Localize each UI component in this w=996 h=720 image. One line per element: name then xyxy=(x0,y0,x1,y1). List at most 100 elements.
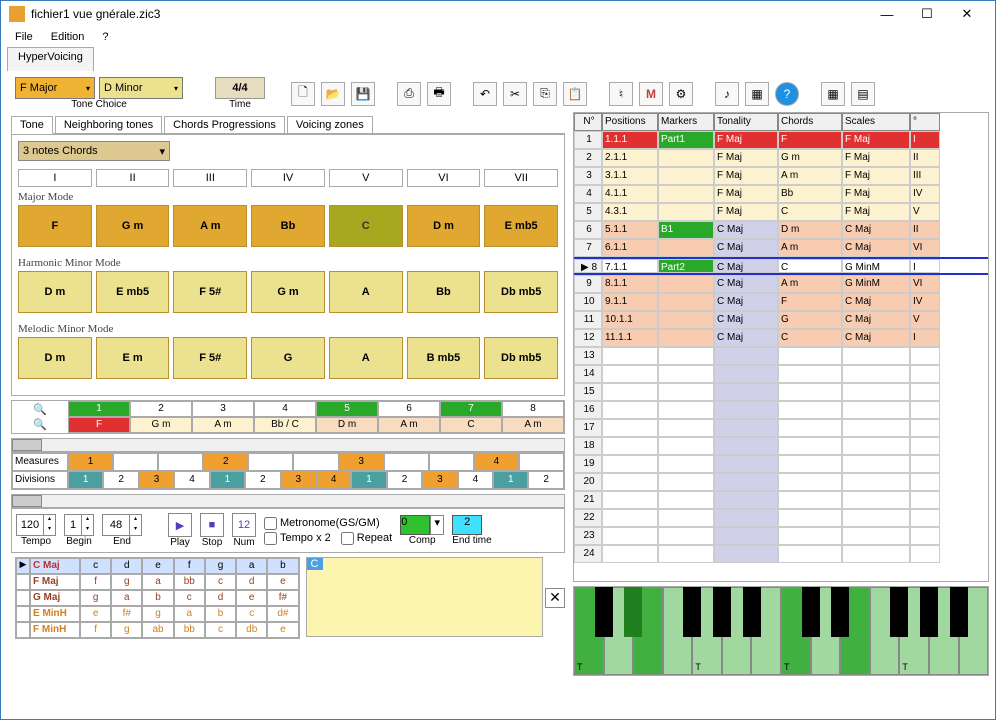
chord-cell[interactable]: A xyxy=(329,271,403,313)
chord-cell[interactable]: F 5# xyxy=(173,271,247,313)
copy-button[interactable]: ⎘ xyxy=(533,82,557,106)
chord-cell[interactable]: G m xyxy=(251,271,325,313)
grid-row[interactable]: 21 xyxy=(574,491,988,509)
division-cell[interactable]: 2 xyxy=(528,471,563,489)
grid-row[interactable]: 14 xyxy=(574,365,988,383)
grid-row[interactable]: 109.1.1C MajFC MajIV xyxy=(574,293,988,311)
piano-black-key[interactable] xyxy=(595,587,613,637)
grid-row[interactable]: 24 xyxy=(574,545,988,563)
tool-note-icon[interactable]: ♪ xyxy=(715,82,739,106)
subtab-tone[interactable]: Tone xyxy=(11,116,53,134)
grid-row[interactable]: 18 xyxy=(574,437,988,455)
roman-IV[interactable]: IV xyxy=(251,169,325,187)
roman-I[interactable]: I xyxy=(18,169,92,187)
chord-cell[interactable]: E mb5 xyxy=(96,271,170,313)
grid-row[interactable]: 1110.1.1C MajGC MajV xyxy=(574,311,988,329)
division-cell[interactable]: 2 xyxy=(103,471,138,489)
seq-num[interactable]: 4 xyxy=(254,401,316,417)
minimize-button[interactable]: — xyxy=(867,7,907,22)
grid-row[interactable]: 1211.1.1C MajCC MajI xyxy=(574,329,988,347)
export-button[interactable]: ⎙ xyxy=(397,82,421,106)
begin-input[interactable]: ▴▾ xyxy=(64,514,94,536)
menu-file[interactable]: File xyxy=(15,31,33,43)
endtime-value[interactable]: 2 xyxy=(452,515,482,535)
grid-header[interactable]: N° xyxy=(574,113,602,131)
division-cell[interactable]: 1 xyxy=(493,471,528,489)
chord-cell[interactable]: G m xyxy=(96,205,170,247)
chord-cell[interactable]: A m xyxy=(173,205,247,247)
grid-header[interactable]: Markers xyxy=(658,113,714,131)
close-button[interactable]: ✕ xyxy=(947,6,987,22)
piano-black-key[interactable] xyxy=(683,587,701,637)
chord-cell[interactable]: G xyxy=(251,337,325,379)
roman-II[interactable]: II xyxy=(96,169,170,187)
seq-num[interactable]: 7 xyxy=(440,401,502,417)
measure-cell[interactable] xyxy=(384,453,429,471)
piano-black-key[interactable] xyxy=(831,587,849,637)
seq-num[interactable]: 2 xyxy=(130,401,192,417)
grid-header[interactable]: ° xyxy=(910,113,940,131)
undo-button[interactable]: ↶ xyxy=(473,82,497,106)
metronome-checkbox[interactable]: Metronome(GS/GM) xyxy=(264,517,392,530)
grid-row[interactable]: 15 xyxy=(574,383,988,401)
grid-row[interactable]: ▶ 87.1.1Part2C MajCG MinMI xyxy=(574,257,988,275)
tempox2-checkbox[interactable]: Tempo x 2 xyxy=(264,532,331,545)
chord-name[interactable]: C Maj xyxy=(30,558,80,574)
save-button[interactable]: 💾 xyxy=(351,82,375,106)
chord-cell[interactable]: D m xyxy=(407,205,481,247)
chord-cell[interactable]: B mb5 xyxy=(407,337,481,379)
grid-row[interactable]: 13 xyxy=(574,347,988,365)
minor-combo[interactable]: D Minor▾ xyxy=(99,77,183,99)
roman-VII[interactable]: VII xyxy=(484,169,558,187)
grid-row[interactable]: 17 xyxy=(574,419,988,437)
measure-cell[interactable] xyxy=(293,453,338,471)
grid-row[interactable]: 44.1.1F MajBbF MajIV xyxy=(574,185,988,203)
measure-cell[interactable] xyxy=(248,453,293,471)
grid-row[interactable]: 19 xyxy=(574,455,988,473)
roman-III[interactable]: III xyxy=(173,169,247,187)
measure-cell[interactable] xyxy=(429,453,474,471)
chord-cell[interactable]: C xyxy=(329,205,403,247)
roman-V[interactable]: V xyxy=(329,169,403,187)
division-cell[interactable]: 4 xyxy=(174,471,209,489)
chord-cell[interactable]: Db mb5 xyxy=(484,271,558,313)
division-cell[interactable]: 2 xyxy=(245,471,280,489)
grid-row[interactable]: 98.1.1C MajA mG MinMVI xyxy=(574,275,988,293)
division-cell[interactable]: 1 xyxy=(351,471,386,489)
menu-help[interactable]: ? xyxy=(102,31,108,43)
grid-row[interactable]: 20 xyxy=(574,473,988,491)
division-cell[interactable]: 3 xyxy=(281,471,316,489)
division-cell[interactable]: 1 xyxy=(210,471,245,489)
seq-num[interactable]: 1 xyxy=(68,401,130,417)
chord-cell[interactable]: Db mb5 xyxy=(484,337,558,379)
piano-view[interactable]: TTTT xyxy=(573,586,989,676)
grid-row[interactable]: 16 xyxy=(574,401,988,419)
grid-header[interactable]: Chords xyxy=(778,113,842,131)
stop-button[interactable]: ■ xyxy=(200,513,224,537)
chord-cell[interactable]: F 5# xyxy=(173,337,247,379)
seq-num[interactable]: 3 xyxy=(192,401,254,417)
seq-chord[interactable]: A m xyxy=(192,417,254,433)
chord-cell[interactable]: Bb xyxy=(407,271,481,313)
roman-VI[interactable]: VI xyxy=(407,169,481,187)
menu-edition[interactable]: Edition xyxy=(51,31,85,43)
paste-button[interactable]: 📋 xyxy=(563,82,587,106)
seq-chord[interactable]: C xyxy=(440,417,502,433)
grid-row[interactable]: 33.1.1F MajA mF MajIII xyxy=(574,167,988,185)
play-button[interactable]: ▶ xyxy=(168,513,192,537)
seq-chord[interactable]: A m xyxy=(502,417,564,433)
piano-black-key[interactable] xyxy=(802,587,820,637)
subtab-neighboring[interactable]: Neighboring tones xyxy=(55,116,162,133)
grid-row[interactable]: 23 xyxy=(574,527,988,545)
measure-cell[interactable]: 2 xyxy=(203,453,248,471)
division-cell[interactable]: 4 xyxy=(316,471,351,489)
repeat-checkbox[interactable]: Repeat xyxy=(341,532,392,545)
subtab-progressions[interactable]: Chords Progressions xyxy=(164,116,285,133)
new-button[interactable]: 🗋 xyxy=(291,82,315,106)
tool-notes[interactable]: ♮ xyxy=(609,82,633,106)
grid-row[interactable]: 22.1.1F MajG mF MajII xyxy=(574,149,988,167)
zoom-out-icon[interactable]: 🔍 xyxy=(33,403,47,416)
seq-num[interactable]: 5 xyxy=(316,401,378,417)
seq-num[interactable]: 8 xyxy=(502,401,564,417)
piano-black-key[interactable] xyxy=(743,587,761,637)
